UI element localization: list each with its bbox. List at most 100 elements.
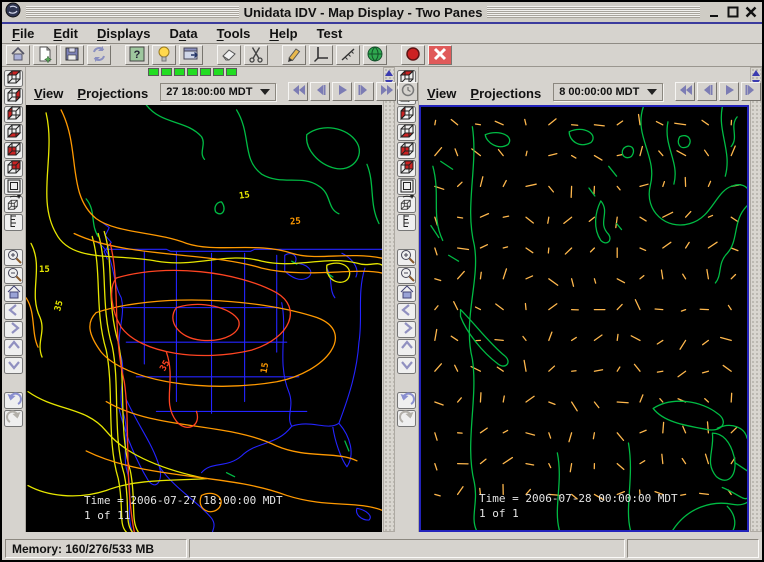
zoom-in-button[interactable] <box>397 249 416 266</box>
time-step-box[interactable] <box>200 68 211 76</box>
time-select-dropdown[interactable]: 27 18:00:00 MDT <box>160 83 276 101</box>
pane-menu-projections[interactable]: Projections <box>470 86 541 101</box>
time-step-box[interactable] <box>213 68 224 76</box>
maximize-button[interactable] <box>725 4 741 20</box>
anim-properties-button[interactable] <box>398 82 418 101</box>
undo-button[interactable] <box>397 392 416 409</box>
cube-front-button[interactable] <box>4 142 23 159</box>
wind-vector <box>570 464 571 472</box>
remove-all-button[interactable] <box>428 45 452 65</box>
wind-vector <box>663 182 665 187</box>
wind-vector <box>435 306 438 310</box>
probe-tool-button[interactable] <box>336 45 360 65</box>
ruler-button[interactable] <box>397 214 416 231</box>
pane-menu-projections[interactable]: Projections <box>77 86 148 101</box>
cube-rotate-button[interactable] <box>4 196 23 213</box>
home-view-button[interactable] <box>397 285 416 302</box>
cube-front-button[interactable] <box>397 142 416 159</box>
cut-button[interactable] <box>244 45 268 65</box>
collapse-up-icon[interactable] <box>385 70 393 76</box>
cube-left-button[interactable] <box>4 106 23 123</box>
title-bar[interactable]: Unidata IDV - Map Display - Two Panes <box>2 2 762 24</box>
menu-displays[interactable]: Displays <box>97 26 150 41</box>
ruler-button[interactable] <box>4 214 23 231</box>
reload-button[interactable] <box>87 45 111 65</box>
pan-left-button[interactable] <box>4 303 23 320</box>
wind-vector <box>526 184 536 186</box>
axis-tool-button[interactable] <box>309 45 333 65</box>
menu-test[interactable]: Test <box>317 26 343 41</box>
field-selector-button[interactable]: ? <box>125 45 149 65</box>
eraser-button[interactable] <box>217 45 241 65</box>
pane-menu-view[interactable]: View <box>427 86 456 101</box>
step-back-button[interactable] <box>310 82 330 101</box>
wind-vector <box>723 365 731 371</box>
cube-right-button[interactable] <box>4 88 23 105</box>
close-button[interactable] <box>743 4 759 20</box>
step-back-button[interactable] <box>697 82 717 101</box>
wind-vector <box>681 310 685 311</box>
collapse-up-icon[interactable] <box>752 70 760 76</box>
menu-tools[interactable]: Tools <box>217 26 251 41</box>
record-button[interactable] <box>401 45 425 65</box>
temperature-contour-map[interactable]: 151525353515 Time = 2006-07-27 18:00:00 … <box>26 105 382 532</box>
display-bulb-button[interactable] <box>152 45 176 65</box>
pane-collapse-strip-left[interactable] <box>383 67 395 532</box>
home-button[interactable] <box>6 45 30 65</box>
wind-vector-map[interactable]: Time = 2006-07-28 00:00:00 MDT1 of 1 <box>419 105 749 532</box>
cube-bottom-button[interactable] <box>397 124 416 141</box>
cube-back-button[interactable] <box>397 160 416 177</box>
new-file-button[interactable] <box>33 45 57 65</box>
pan-right-button[interactable] <box>4 321 23 338</box>
time-step-box[interactable] <box>226 68 237 76</box>
cube-top-button[interactable] <box>4 70 23 87</box>
pan-right-button[interactable] <box>397 321 416 338</box>
pan-left-button[interactable] <box>397 303 416 320</box>
cube-back-button[interactable] <box>4 160 23 177</box>
menu-file[interactable]: File <box>12 26 34 41</box>
time-step-box[interactable] <box>187 68 198 76</box>
menu-data[interactable]: Data <box>169 26 197 41</box>
redo-button[interactable] <box>4 410 23 427</box>
pan-down-button[interactable] <box>397 357 416 374</box>
zoom-out-button[interactable] <box>4 267 23 284</box>
square-2d-button[interactable] <box>397 178 416 195</box>
undo-button[interactable] <box>4 392 23 409</box>
pencil-button[interactable] <box>282 45 306 65</box>
square-2d-button[interactable] <box>4 178 23 195</box>
menu-help[interactable]: Help <box>269 26 297 41</box>
zoom-in-button[interactable] <box>4 249 23 266</box>
pane-collapse-strip-right[interactable] <box>750 67 762 532</box>
redo-button[interactable] <box>397 410 416 427</box>
play-button[interactable] <box>719 82 739 101</box>
wind-vector <box>594 402 598 408</box>
time-select-dropdown[interactable]: 8 00:00:00 MDT <box>553 83 663 101</box>
time-step-box[interactable] <box>148 68 159 76</box>
play-button[interactable] <box>332 82 352 101</box>
save-button[interactable] <box>60 45 84 65</box>
step-forward-button[interactable] <box>354 82 374 101</box>
pan-down-button[interactable] <box>4 357 23 374</box>
time-step-box[interactable] <box>174 68 185 76</box>
cube-bottom-button[interactable] <box>4 124 23 141</box>
zoom-out-button[interactable] <box>397 267 416 284</box>
menu-edit[interactable]: Edit <box>53 26 78 41</box>
pan-up-button[interactable] <box>397 339 416 356</box>
step-forward-button[interactable] <box>741 82 761 101</box>
dashboard-button[interactable] <box>179 45 203 65</box>
wind-vector <box>675 123 686 125</box>
go-first-button[interactable] <box>675 82 695 101</box>
cube-left-button[interactable] <box>397 106 416 123</box>
wind-vector <box>503 247 507 248</box>
pan-up-button[interactable] <box>4 339 23 356</box>
go-first-button[interactable] <box>288 82 308 101</box>
wind-vector <box>458 487 463 495</box>
time-step-box[interactable] <box>161 68 172 76</box>
go-last-button[interactable] <box>376 82 396 101</box>
pane-menu-view[interactable]: View <box>34 86 63 101</box>
home-view-button[interactable] <box>4 285 23 302</box>
cube-rotate-button[interactable] <box>397 196 416 213</box>
globe-button[interactable] <box>363 45 387 65</box>
minimize-button[interactable] <box>707 4 723 20</box>
status-message-area <box>189 539 625 558</box>
